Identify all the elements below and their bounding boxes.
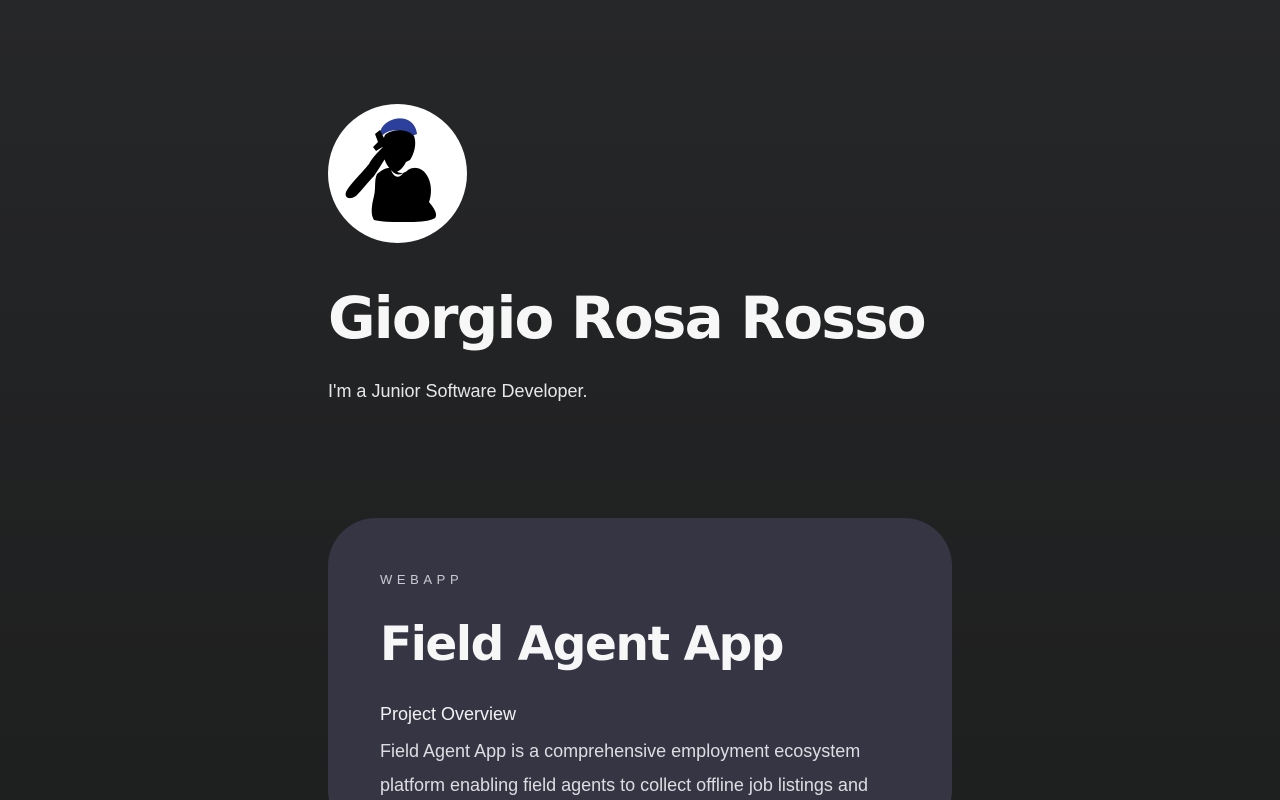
- project-category: WEBAPP: [380, 572, 464, 587]
- project-card[interactable]: WEBAPP Field Agent App Project Overview …: [328, 518, 952, 800]
- project-overview-heading: Project Overview: [380, 704, 517, 724]
- profile-hero: Giorgio Rosa Rosso I'm a Junior Software…: [328, 104, 952, 403]
- page-title: Giorgio Rosa Rosso: [328, 284, 927, 352]
- tagline: I'm a Junior Software Developer.: [328, 381, 588, 401]
- project-description: Field Agent App is a comprehensive emplo…: [380, 741, 868, 795]
- project-title: Field Agent App: [380, 617, 784, 672]
- avatar: [328, 104, 467, 243]
- person-silhouette-icon: [345, 118, 437, 222]
